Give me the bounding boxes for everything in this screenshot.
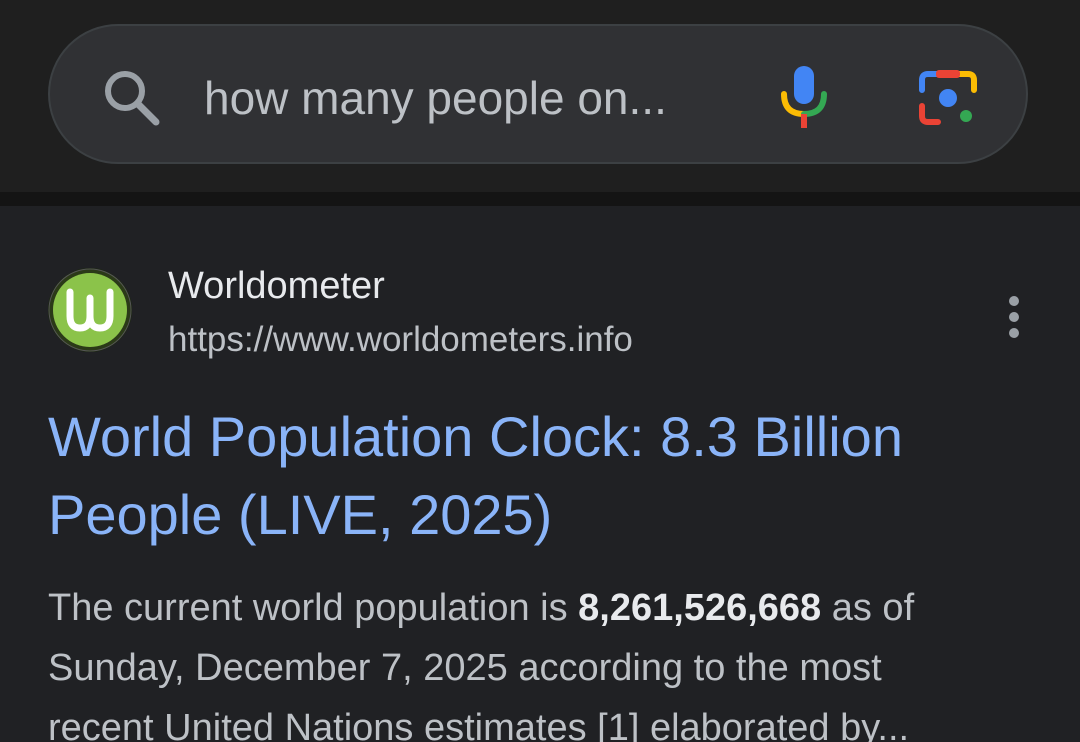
result-snippet: The current world population is 8,261,52…	[48, 578, 1048, 742]
snippet-line-3: recent United Nations estimates [1] elab…	[48, 707, 910, 742]
population-count: 8,261,526,668	[578, 587, 822, 629]
search-icon[interactable]	[100, 66, 164, 130]
search-input[interactable]: how many people on...	[204, 66, 724, 130]
camera-lens-icon[interactable]	[916, 66, 980, 130]
search-results-page: how many people on... Worldometer https:…	[0, 0, 1080, 742]
snippet-line-1: The current world population is 8,261,52…	[48, 578, 1048, 638]
site-url[interactable]: https://www.worldometers.info	[168, 318, 633, 362]
microphone-icon[interactable]	[776, 62, 832, 132]
search-header: how many people on...	[0, 0, 1080, 192]
snippet-text: The current world population is	[48, 587, 579, 629]
section-divider	[0, 192, 1080, 206]
result-title-line-1[interactable]: World Population Clock: 8.3 Billion	[48, 398, 1048, 476]
site-name[interactable]: Worldometer	[168, 262, 385, 310]
result-title-line-2[interactable]: People (LIVE, 2025)	[48, 476, 1048, 554]
result-title-link[interactable]: World Population Clock: 8.3 Billion Peop…	[48, 398, 1048, 554]
snippet-text: as of	[821, 587, 915, 629]
worldometer-logo-icon[interactable]	[48, 268, 132, 352]
more-options-icon[interactable]	[996, 294, 1032, 340]
snippet-line-2: Sunday, December 7, 2025 according to th…	[48, 647, 882, 689]
